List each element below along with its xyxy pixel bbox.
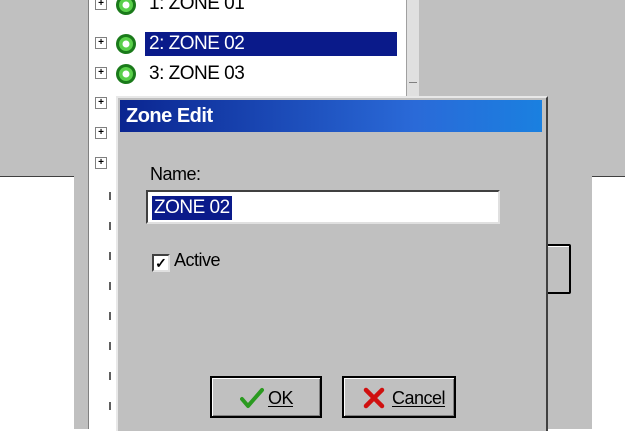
name-input[interactable]: ZONE 02 bbox=[146, 190, 500, 224]
expand-icon[interactable]: + bbox=[95, 97, 107, 109]
red-x-icon bbox=[363, 387, 385, 409]
expand-icon[interactable]: + bbox=[95, 127, 107, 139]
active-label[interactable]: Active bbox=[174, 250, 221, 271]
checkmark-icon bbox=[240, 388, 264, 408]
tree-connector bbox=[109, 222, 111, 230]
expand-icon[interactable]: + bbox=[95, 67, 107, 79]
tree-connector bbox=[109, 342, 111, 350]
name-label: Name: bbox=[150, 164, 201, 184]
zone-edit-dialog: Zone Edit Name: ZONE 02 ✓ Active OK Canc… bbox=[116, 96, 548, 431]
dialog-title: Zone Edit bbox=[126, 105, 213, 127]
dialog-title-bar[interactable]: Zone Edit bbox=[120, 100, 542, 132]
tree-row-label: 1: ZONE 01 bbox=[149, 0, 245, 14]
tree-connector bbox=[109, 372, 111, 380]
tree-row-label: 3: ZONE 03 bbox=[149, 63, 245, 84]
scroll-grip bbox=[409, 82, 417, 83]
ok-button[interactable]: OK bbox=[210, 376, 322, 418]
name-input-value: ZONE 02 bbox=[152, 196, 232, 220]
tree-connector bbox=[109, 192, 111, 200]
cancel-button-label: Cancel bbox=[392, 388, 446, 408]
tree-connector bbox=[109, 312, 111, 320]
cancel-button[interactable]: Cancel bbox=[342, 376, 456, 418]
expand-icon[interactable]: + bbox=[95, 37, 107, 49]
active-checkbox[interactable]: ✓ bbox=[152, 254, 170, 272]
ok-button-label: OK bbox=[268, 388, 294, 408]
expand-icon[interactable]: + bbox=[95, 0, 107, 10]
tree-connector bbox=[109, 282, 111, 290]
zone-icon bbox=[116, 0, 136, 15]
tree-row-zone-02[interactable]: + 2: ZONE 02 bbox=[89, 29, 407, 59]
tree-row-label: 2: ZONE 02 bbox=[145, 32, 397, 56]
background-panel-right bbox=[592, 0, 625, 177]
expand-icon[interactable]: + bbox=[95, 157, 107, 169]
background-button[interactable] bbox=[545, 244, 571, 294]
tree-row-zone-03[interactable]: + 3: ZONE 03 bbox=[89, 59, 407, 89]
tree-connector bbox=[109, 252, 111, 260]
tree-connector bbox=[109, 402, 111, 410]
zone-icon bbox=[116, 64, 136, 84]
tree-scrollbar[interactable] bbox=[406, 0, 419, 96]
tree-row-zone-01[interactable]: + 1: ZONE 01 bbox=[89, 0, 407, 30]
zone-icon bbox=[116, 34, 136, 54]
